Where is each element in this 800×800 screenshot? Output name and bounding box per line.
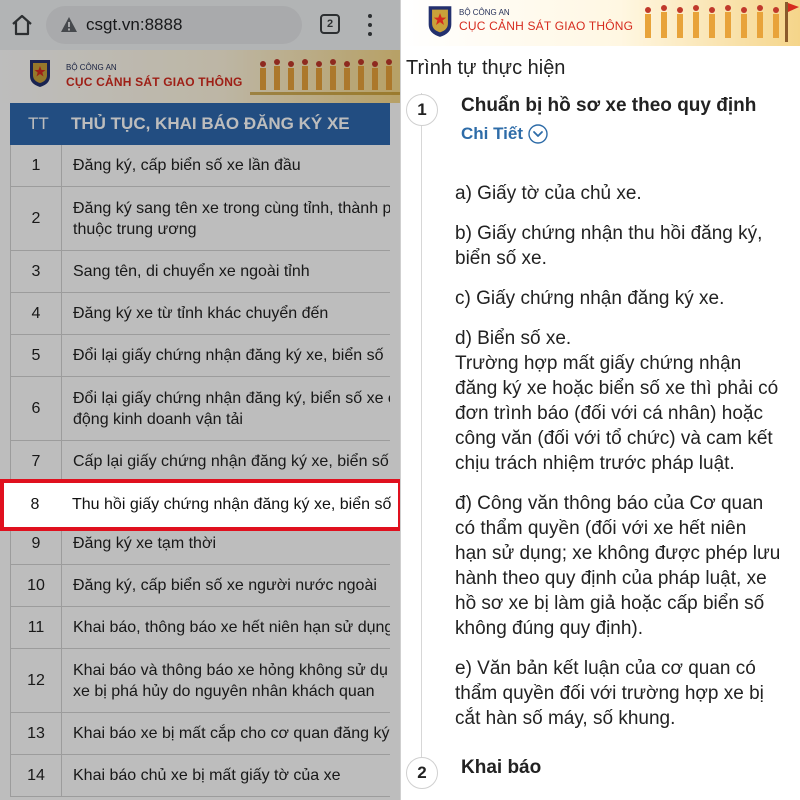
highlighted-table-row[interactable]: 8 Thu hồi giấy chứng nhận đăng ký xe, bi… [0, 479, 400, 531]
detail-toggle-label[interactable]: Chi Tiết [461, 124, 523, 144]
row-title[interactable]: Đăng ký, cấp biển số xe người nước ngoài [73, 565, 390, 606]
row-title-line: Đăng ký sang tên xe trong cùng tỉnh, thà… [73, 199, 390, 217]
row-number: 8 [30, 496, 40, 513]
row-title-line: Đổi lại giấy chứng nhận đăng ký xe, biển… [73, 347, 384, 364]
row-title-line: Đăng ký, cấp biển số xe lần đầu [73, 157, 301, 174]
row-title[interactable]: Đăng ký, cấp biển số xe lần đầu [73, 145, 390, 186]
procedures-table: 1 Đăng ký, cấp biển số xe lần đầu 2 Đăng… [10, 145, 390, 797]
column-header-title: THỦ TỤC, KHAI BÁO ĐĂNG KÝ XE [71, 114, 350, 133]
row-number: 5 [11, 335, 62, 376]
table-row[interactable]: 10 Đăng ký, cấp biển số xe người nước ng… [10, 565, 390, 607]
row-title-line: xe bị phá hủy do nguyên nhân khách quan [73, 682, 375, 700]
row-number: 2 [11, 187, 62, 250]
table-row[interactable]: 5 Đổi lại giấy chứng nhận đăng ký xe, bi… [10, 335, 390, 377]
parade-image [645, 2, 799, 42]
table-row[interactable]: 14 Khai báo chủ xe bị mất giấy tờ của xe [10, 755, 390, 797]
police-emblem-icon [428, 6, 452, 37]
row-number: 13 [11, 713, 62, 754]
address-bar[interactable]: csgt.vn:8888 [46, 6, 302, 44]
row-title-line: Đổi lại giấy chứng nhận đăng ký, biển số… [73, 389, 390, 407]
row-number: 3 [11, 251, 62, 292]
row-number: 4 [11, 293, 62, 334]
row-title[interactable]: Khai báo, thông báo xe hết niên hạn sử d… [73, 607, 390, 648]
url-text[interactable]: csgt.vn:8888 [86, 15, 182, 35]
row-number: 10 [11, 565, 62, 606]
row-number: 7 [11, 441, 62, 482]
row-title-line: Sang tên, di chuyển xe ngoài tỉnh [73, 263, 310, 280]
row-title[interactable]: Đổi lại giấy chứng nhận đăng ký xe, biển… [73, 335, 390, 376]
table-row[interactable]: 2 Đăng ký sang tên xe trong cùng tỉnh, t… [10, 187, 390, 251]
banner-department: CỤC CẢNH SÁT GIAO THÔNG [459, 19, 634, 33]
right-screenshot: BỘ CÔNG AN CỤC CẢNH SÁT GIAO THÔNG Trình… [401, 0, 800, 800]
row-number: 11 [11, 607, 62, 648]
warning-icon[interactable] [60, 16, 78, 34]
chevron-down-icon[interactable] [528, 124, 548, 144]
row-title[interactable]: Đăng ký sang tên xe trong cùng tỉnh, thà… [73, 187, 390, 250]
row-title[interactable]: Sang tên, di chuyển xe ngoài tỉnh [73, 251, 390, 292]
procedures-table-header: TT THỦ TỤC, KHAI BÁO ĐĂNG KÝ XE [10, 103, 390, 145]
row-title[interactable]: Khai báo xe bị mất cắp cho cơ quan đăng … [73, 713, 390, 754]
home-icon[interactable] [10, 13, 34, 37]
row-title-line: Khai báo và thông báo xe hỏng không sử d… [73, 661, 388, 679]
detail-item: đ) Công văn thông báo của Cơ quan có thẩ… [455, 493, 781, 639]
row-title-line: Đăng ký, cấp biển số xe người nước ngoài [73, 577, 377, 594]
police-emblem-icon [30, 60, 50, 87]
browser-toolbar: csgt.vn:8888 2 [0, 0, 400, 50]
row-title[interactable]: Thu hồi giấy chứng nhận đăng ký xe, biển… [72, 483, 396, 527]
detail-item: b) Giấy chứng nhận thu hồi đăng ký, biển… [455, 223, 763, 269]
site-banner: BỘ CÔNG AN CỤC CẢNH SÁT GIAO THÔNG [401, 0, 800, 46]
detail-item: e) Văn bản kết luận của cơ quan có thẩm … [455, 658, 764, 729]
step-title: Khai báo [461, 757, 542, 778]
detail-item: d) Biển số xe. Trường hợp mất giấy chứng… [455, 328, 779, 474]
site-banner: BỘ CÔNG AN CỤC CẢNH SÁT GIAO THÔNG [0, 50, 400, 103]
row-title-line: Khai báo chủ xe bị mất giấy tờ của xe [73, 767, 341, 784]
table-row[interactable]: 4 Đăng ký xe từ tỉnh khác chuyển đến [10, 293, 390, 335]
row-number: 12 [11, 649, 62, 712]
detail-toggle-link[interactable]: Chi Tiết [461, 124, 548, 144]
row-title-line: Đăng ký xe từ tỉnh khác chuyển đến [73, 305, 329, 322]
section-title: Trình tự thực hiện [406, 57, 566, 79]
step-number-badge: 2 [406, 757, 438, 789]
tab-switcher-button[interactable]: 2 [320, 14, 340, 34]
table-row[interactable]: 7 Cấp lại giấy chứng nhận đăng ký xe, bi… [10, 441, 390, 483]
banner-department: CỤC CẢNH SÁT GIAO THÔNG [66, 75, 243, 89]
row-title-line: Khai báo xe bị mất cắp cho cơ quan đăng … [73, 725, 390, 742]
row-title-line: Khai báo, thông báo xe hết niên hạn sử d… [73, 619, 390, 636]
table-row[interactable]: 13 Khai báo xe bị mất cắp cho cơ quan đă… [10, 713, 390, 755]
row-title[interactable]: Khai báo và thông báo xe hỏng không sử d… [73, 649, 390, 712]
row-title[interactable]: Khai báo chủ xe bị mất giấy tờ của xe [73, 755, 390, 796]
detail-item: c) Giấy chứng nhận đăng ký xe. [455, 288, 725, 309]
row-title-line: Cấp lại giấy chứng nhận đăng ký xe, biển… [73, 453, 389, 470]
step-title: Chuẩn bị hồ sơ xe theo quy định [461, 95, 757, 116]
table-row[interactable]: 3 Sang tên, di chuyển xe ngoài tỉnh [10, 251, 390, 293]
row-title-line: động kinh doanh vận tải [73, 410, 243, 428]
column-header-tt: TT [28, 114, 49, 133]
detail-item: a) Giấy tờ của chủ xe. [455, 183, 642, 204]
row-title[interactable]: Đổi lại giấy chứng nhận đăng ký, biển số… [73, 377, 390, 440]
row-number: 14 [11, 755, 62, 796]
row-title[interactable]: Đăng ký xe từ tỉnh khác chuyển đến [73, 293, 390, 334]
banner-ministry: BỘ CÔNG AN [459, 8, 510, 17]
parade-image [250, 59, 400, 95]
left-screenshot: csgt.vn:8888 2 BỘ CÔNG AN CỤC CẢNH SÁT G… [0, 0, 400, 800]
row-number: 6 [11, 377, 62, 440]
row-title[interactable]: Cấp lại giấy chứng nhận đăng ký xe, biển… [73, 441, 390, 482]
step-details: a) Giấy tờ của chủ xe. b) Giấy chứng nhậ… [455, 181, 795, 731]
kebab-menu-icon[interactable] [362, 14, 378, 36]
row-number: 1 [11, 145, 62, 186]
banner-ministry: BỘ CÔNG AN [66, 63, 117, 72]
table-row[interactable]: 12 Khai báo và thông báo xe hỏng không s… [10, 649, 390, 713]
timeline-line [421, 93, 422, 773]
table-row[interactable]: 1 Đăng ký, cấp biển số xe lần đầu [10, 145, 390, 187]
step-number-badge: 1 [406, 94, 438, 126]
table-row[interactable]: 11 Khai báo, thông báo xe hết niên hạn s… [10, 607, 390, 649]
table-row[interactable]: 6 Đổi lại giấy chứng nhận đăng ký, biển … [10, 377, 390, 441]
row-title-line: thuộc trung ương [73, 220, 197, 238]
row-title-line: Đăng ký xe tạm thời [73, 535, 216, 552]
